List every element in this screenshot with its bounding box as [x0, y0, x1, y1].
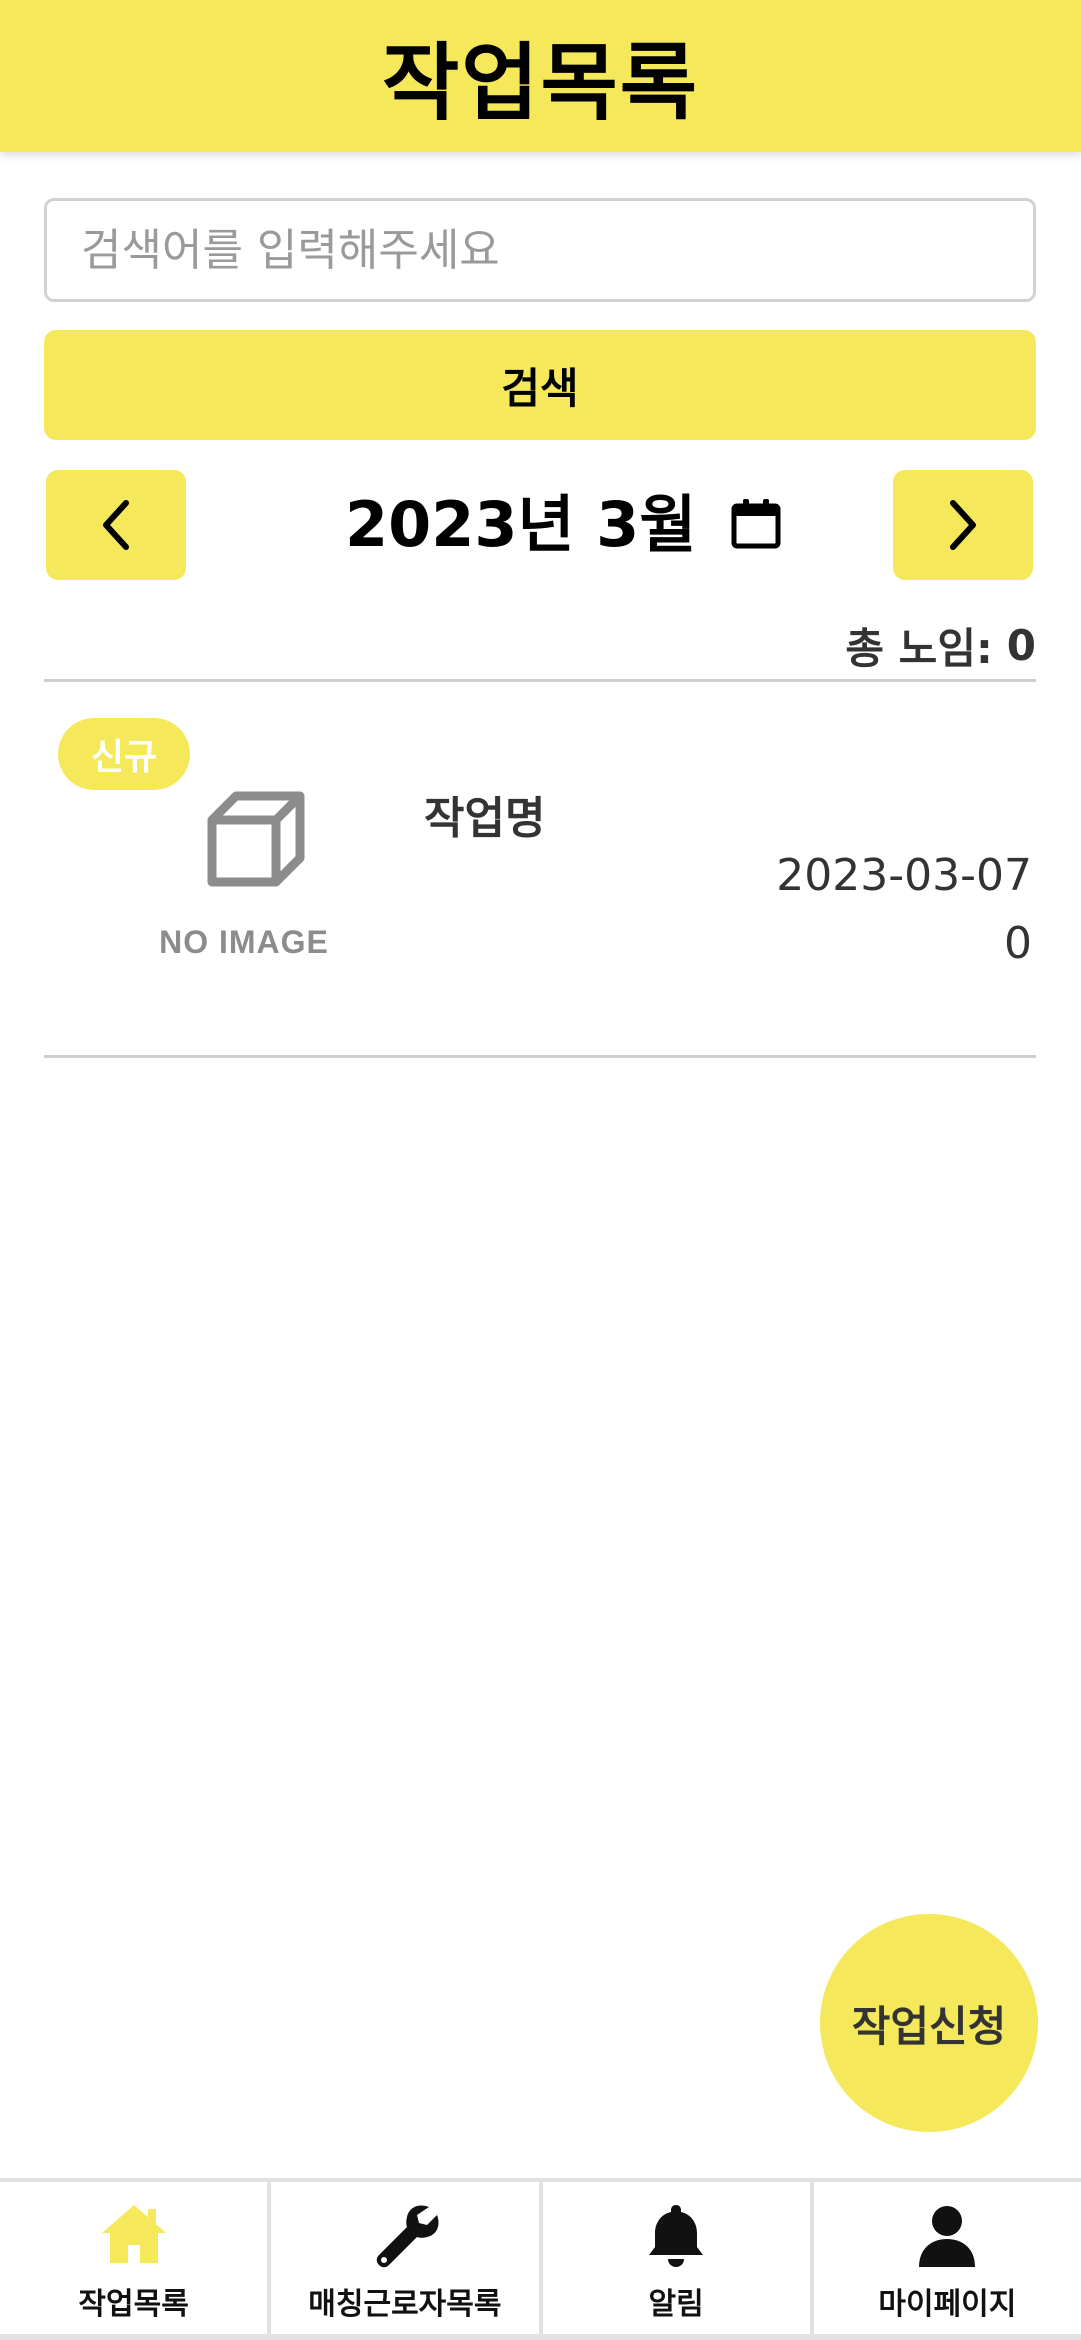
job-list-item[interactable]: 신규 NO IMAGE 작업명 2023-03-07 0	[44, 684, 1036, 1058]
request-job-fab[interactable]: 작업신청	[820, 1914, 1038, 2132]
total-wage-label: 총 노임:	[845, 624, 993, 673]
job-thumbnail: NO IMAGE	[144, 784, 344, 974]
prev-month-button[interactable]	[46, 470, 186, 580]
bell-icon	[649, 2205, 704, 2267]
wrench-icon	[376, 2205, 439, 2268]
next-month-button[interactable]	[893, 470, 1033, 580]
tab-label: 작업목록	[78, 2287, 189, 2322]
search-input[interactable]	[44, 198, 1036, 302]
box-icon	[207, 791, 305, 887]
request-job-fab-label: 작업신청	[851, 2001, 1007, 2051]
page-title: 작업목록	[381, 33, 700, 132]
new-badge: 신규	[58, 718, 190, 790]
job-title: 작업명	[424, 793, 546, 844]
total-wage-value: 0	[1006, 621, 1036, 670]
app-header: 작업목록	[0, 0, 1081, 152]
home-icon	[101, 2205, 166, 2263]
tab-label: 매칭근로자목록	[308, 2287, 502, 2322]
month-navigator: 2023년 3월	[0, 470, 1081, 580]
no-image-label: NO IMAGE	[159, 924, 329, 960]
current-month-label: 2023년 3월	[345, 488, 697, 561]
job-date: 2023-03-07	[776, 850, 1032, 901]
bottom-divider	[0, 2334, 1081, 2340]
total-wage-summary: 총 노임: 0	[44, 612, 1036, 682]
tab-notifications[interactable]: 알림	[543, 2182, 814, 2340]
calendar-icon[interactable]	[728, 496, 784, 552]
person-icon	[919, 2206, 976, 2267]
tab-label: 알림	[648, 2287, 704, 2322]
tab-matched-workers[interactable]: 매칭근로자목록	[271, 2182, 543, 2340]
tab-my-page[interactable]: 마이페이지	[814, 2182, 1081, 2340]
job-amount: 0	[1004, 918, 1032, 969]
bottom-tab-bar: 작업목록 매칭근로자목록 알림 마이페이지	[0, 2178, 1081, 2340]
tab-job-list[interactable]: 작업목록	[0, 2182, 272, 2340]
search-button-label: 검색	[501, 363, 579, 413]
chevron-left-icon	[103, 500, 129, 550]
chevron-right-icon	[950, 500, 976, 550]
app-root: 작업목록 검색 2023년 3월 총 노임: 0 신규	[0, 0, 1081, 2340]
tab-label: 마이페이지	[878, 2287, 1017, 2322]
search-button[interactable]: 검색	[44, 330, 1036, 440]
